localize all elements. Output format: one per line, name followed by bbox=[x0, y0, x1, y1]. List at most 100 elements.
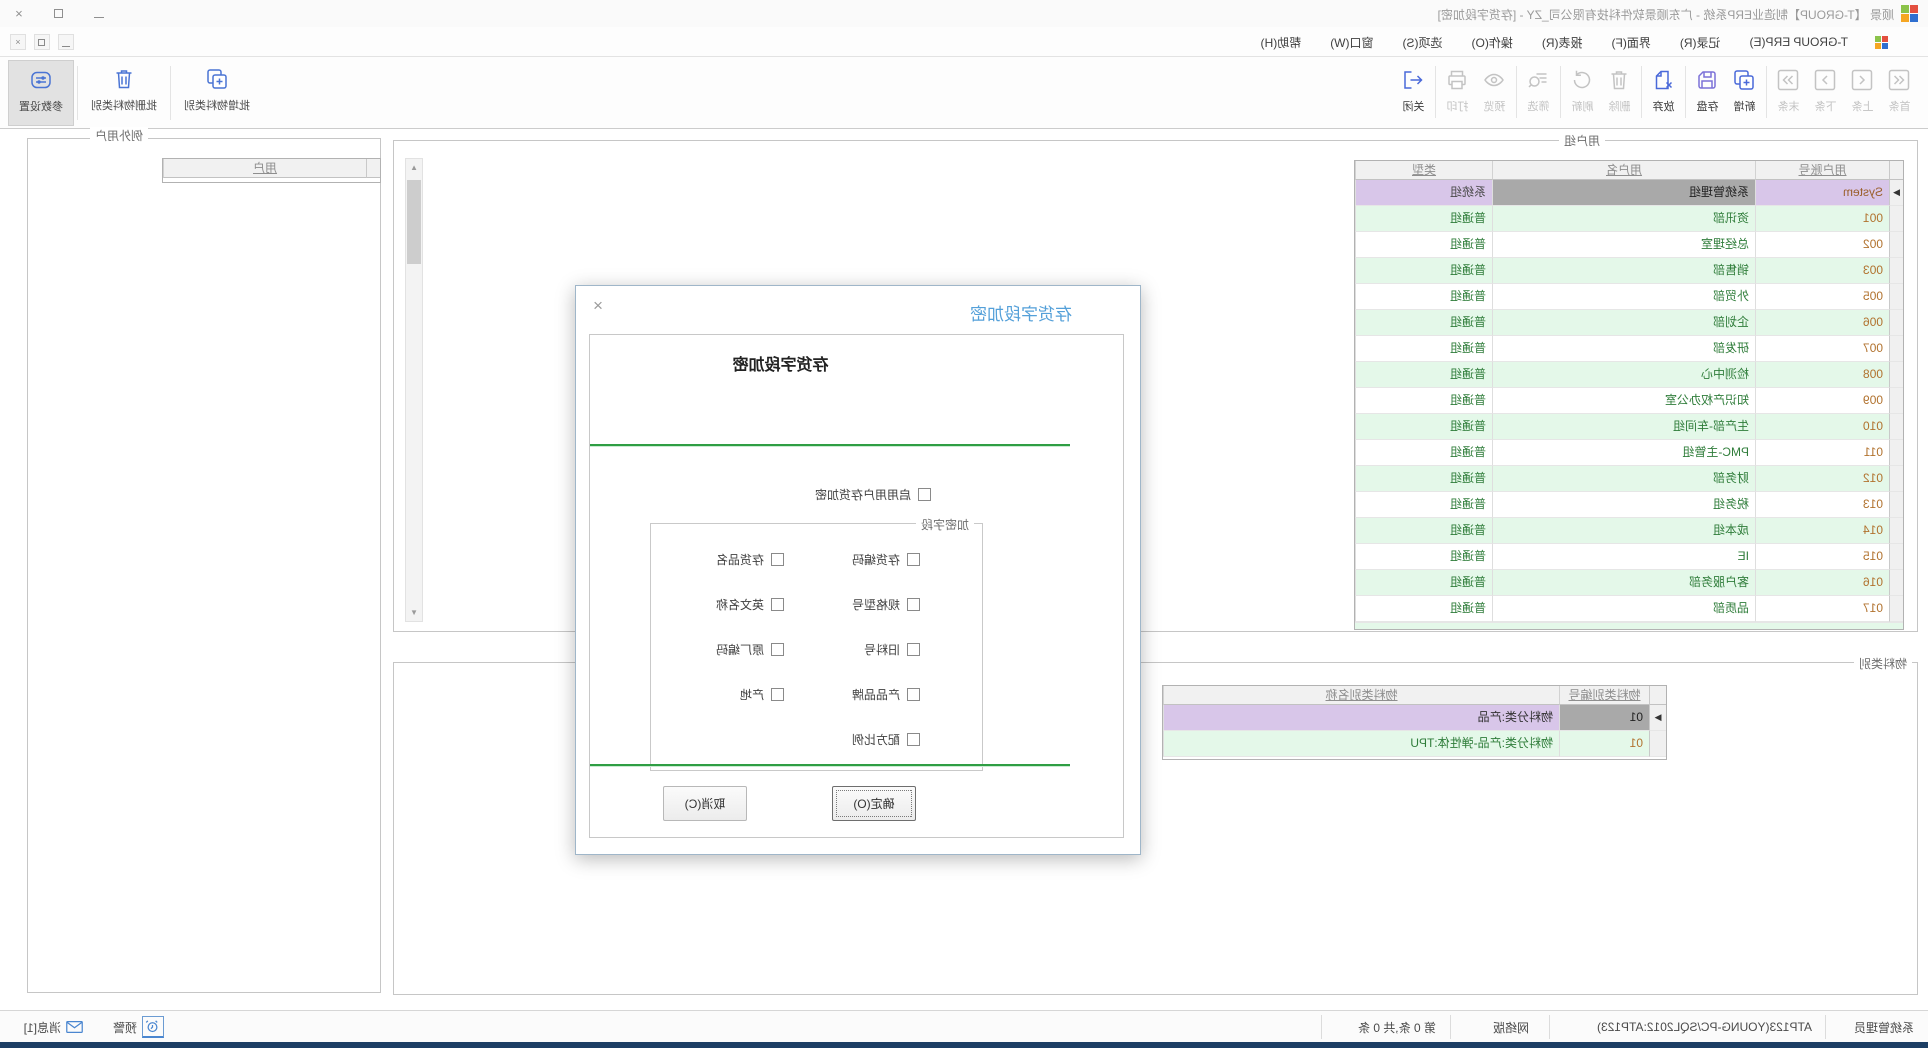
menu-item-help[interactable]: 帮助(H) bbox=[1259, 32, 1304, 53]
menu-item-record[interactable]: 记录(R) bbox=[1678, 32, 1723, 53]
restore-button[interactable] bbox=[52, 7, 66, 21]
column-header-account[interactable]: 用户账号 bbox=[1755, 161, 1889, 180]
status-bar: 系统管理员 ATP123(YOUNG-PC/SQL2012:ATP123) 网络… bbox=[0, 1010, 1928, 1042]
status-current-user: 系统管理员 bbox=[1854, 1011, 1914, 1043]
alert-button[interactable]: 预警 bbox=[113, 1011, 164, 1043]
column-header-category-name[interactable]: 物料类别名称 bbox=[1163, 686, 1559, 705]
print-icon bbox=[1446, 68, 1470, 92]
table-row[interactable]: 015 IE 普通组 bbox=[1355, 544, 1903, 570]
divider bbox=[590, 764, 1070, 767]
field-checkbox-english-name[interactable] bbox=[771, 598, 784, 611]
column-header-user[interactable]: 用户 bbox=[163, 159, 366, 178]
last-record-button[interactable]: 末条 bbox=[1770, 60, 1807, 124]
last-record-icon bbox=[1777, 68, 1801, 92]
table-row[interactable]: 008 检测中心 普通组 bbox=[1355, 362, 1903, 388]
field-checkbox-origin[interactable] bbox=[771, 688, 784, 701]
first-record-icon bbox=[1888, 68, 1912, 92]
table-row[interactable]: 001 资讯部 普通组 bbox=[1355, 206, 1903, 232]
refresh-button[interactable]: 刷新 bbox=[1564, 60, 1601, 124]
close-form-button[interactable]: 关闭 bbox=[1395, 60, 1432, 124]
batch-add-category-button[interactable]: 批增物料类别 bbox=[174, 60, 260, 126]
preview-button[interactable]: 预览 bbox=[1476, 60, 1513, 124]
close-form-icon bbox=[1402, 68, 1426, 92]
table-row[interactable]: ▶ 01 物料分类:产品 bbox=[1163, 705, 1666, 731]
refresh-icon bbox=[1571, 68, 1595, 92]
table-row[interactable]: 007 研发部 普通组 bbox=[1355, 336, 1903, 362]
table-row[interactable]: 006 企划部 普通组 bbox=[1355, 310, 1903, 336]
previous-record-button[interactable]: 上条 bbox=[1844, 60, 1881, 124]
scroll-down-arrow[interactable]: ▼ bbox=[406, 604, 422, 621]
scroll-up-arrow[interactable]: ▲ bbox=[406, 159, 422, 176]
field-checkbox-row: 配方比例 bbox=[852, 731, 920, 748]
vertical-scrollbar[interactable]: ▲ ▼ bbox=[405, 158, 423, 622]
table-row[interactable]: 013 税务组 普通组 bbox=[1355, 492, 1903, 518]
scrollbar-thumb[interactable] bbox=[407, 180, 421, 264]
print-button[interactable]: 打印 bbox=[1439, 60, 1476, 124]
status-edition: 网络版 bbox=[1493, 1011, 1529, 1043]
table-row[interactable]: 011 PMC-主管组 普通组 bbox=[1355, 440, 1903, 466]
field-checkbox-formula-ratio[interactable] bbox=[907, 733, 920, 746]
filter-icon bbox=[1527, 68, 1551, 92]
first-record-button[interactable]: 首条 bbox=[1881, 60, 1918, 124]
save-button[interactable]: 存盘 bbox=[1689, 60, 1726, 124]
table-row[interactable]: 002 总经理室 普通组 bbox=[1355, 232, 1903, 258]
table-row[interactable]: 014 成本组 普通组 bbox=[1355, 518, 1903, 544]
enable-encryption-checkbox[interactable] bbox=[918, 488, 931, 501]
menu-item-report[interactable]: 报表(R) bbox=[1540, 32, 1585, 53]
row-indicator: ▶ bbox=[1649, 705, 1666, 731]
table-row[interactable]: 005 外贸部 普通组 bbox=[1355, 284, 1903, 310]
add-button[interactable]: 新增 bbox=[1726, 60, 1763, 124]
inventory-field-encryption-dialog: 存货字段加密 × 存货字段加密 启用用户存货加密 加密字段 存货编码 bbox=[575, 285, 1141, 855]
table-row[interactable]: 01 物料分类:产品-弹性体:TPU bbox=[1163, 731, 1666, 757]
content-area: 用户组 用户账号 用户名 类型 ▶ System 系统管理组 系统组 bbox=[0, 129, 1928, 1010]
column-header-username[interactable]: 用户名 bbox=[1492, 161, 1755, 180]
envelope-icon bbox=[66, 1020, 83, 1034]
table-row[interactable]: ▶ System 系统管理组 系统组 bbox=[1355, 180, 1903, 206]
mdi-minimize-button[interactable] bbox=[58, 34, 74, 50]
cancel-button[interactable]: 取消(C) bbox=[663, 786, 747, 821]
field-checkbox-spec-model[interactable] bbox=[907, 598, 920, 611]
field-checkbox-inventory-name[interactable] bbox=[771, 553, 784, 566]
field-checkbox-old-part-no[interactable] bbox=[907, 643, 920, 656]
field-checkbox-oem-code[interactable] bbox=[771, 643, 784, 656]
parameter-settings-button[interactable]: 参数设置 bbox=[8, 60, 74, 126]
table-row[interactable]: 003 销售部 普通组 bbox=[1355, 258, 1903, 284]
next-record-button[interactable]: 下条 bbox=[1807, 60, 1844, 124]
table-row[interactable]: 017 品质部 普通组 bbox=[1355, 596, 1903, 622]
ok-button[interactable]: 确定(O) bbox=[832, 786, 916, 821]
menu-item-interface[interactable]: 界面(F) bbox=[1610, 32, 1653, 53]
filter-button[interactable]: 筛选 bbox=[1520, 60, 1557, 124]
menu-item-tgroup-erp[interactable]: T-GROUP ERP(E) bbox=[1748, 33, 1850, 51]
window-bottom-edge bbox=[0, 1042, 1928, 1048]
field-checkbox-row: 存货编码 bbox=[852, 551, 920, 568]
delete-button[interactable]: 删除 bbox=[1601, 60, 1638, 124]
discard-button[interactable]: 放弃 bbox=[1645, 60, 1682, 124]
batch-delete-category-button[interactable]: 批删物料类别 bbox=[81, 60, 167, 126]
field-checkbox-product-brand[interactable] bbox=[907, 688, 920, 701]
menu-item-window[interactable]: 窗口(W) bbox=[1328, 32, 1375, 53]
dialog-close-icon[interactable]: × bbox=[588, 296, 608, 316]
field-checkbox-inventory-code[interactable] bbox=[907, 553, 920, 566]
table-row[interactable]: 009 知识产权办公室 普通组 bbox=[1355, 388, 1903, 414]
minimize-button[interactable] bbox=[92, 7, 106, 21]
message-button[interactable]: 消息[1] bbox=[24, 1011, 83, 1043]
column-header-category-code[interactable]: 物料类别编号 bbox=[1559, 686, 1649, 705]
status-separator bbox=[1549, 1015, 1550, 1039]
menu-item-operation[interactable]: 操作(O) bbox=[1470, 32, 1515, 53]
close-button[interactable]: × bbox=[12, 7, 26, 21]
mdi-restore-button[interactable] bbox=[34, 34, 50, 50]
column-header-type[interactable]: 类型 bbox=[1355, 161, 1492, 180]
table-row[interactable]: 010 生产部-车间组 普通组 bbox=[1355, 414, 1903, 440]
toolbar-separator bbox=[1560, 66, 1561, 118]
menu-item-options[interactable]: 选项(S) bbox=[1401, 32, 1445, 53]
erp-application-window: 顺景 【T-GROUP】制造业ERP系统 - 广东顺景软件科技有限公司_ZY -… bbox=[0, 0, 1928, 1048]
status-separator bbox=[1825, 1015, 1826, 1039]
table-row[interactable]: 012 财务部 普通组 bbox=[1355, 466, 1903, 492]
delete-icon bbox=[1608, 68, 1632, 92]
app-logo-icon bbox=[1901, 5, 1918, 22]
mdi-close-button[interactable]: × bbox=[10, 34, 26, 50]
enable-encryption-label: 启用用户存货加密 bbox=[815, 486, 911, 503]
user-group-panel-label: 用户组 bbox=[1559, 132, 1605, 149]
table-row[interactable]: 016 客户服务部 普通组 bbox=[1355, 570, 1903, 596]
batch-add-category-icon bbox=[205, 67, 229, 91]
